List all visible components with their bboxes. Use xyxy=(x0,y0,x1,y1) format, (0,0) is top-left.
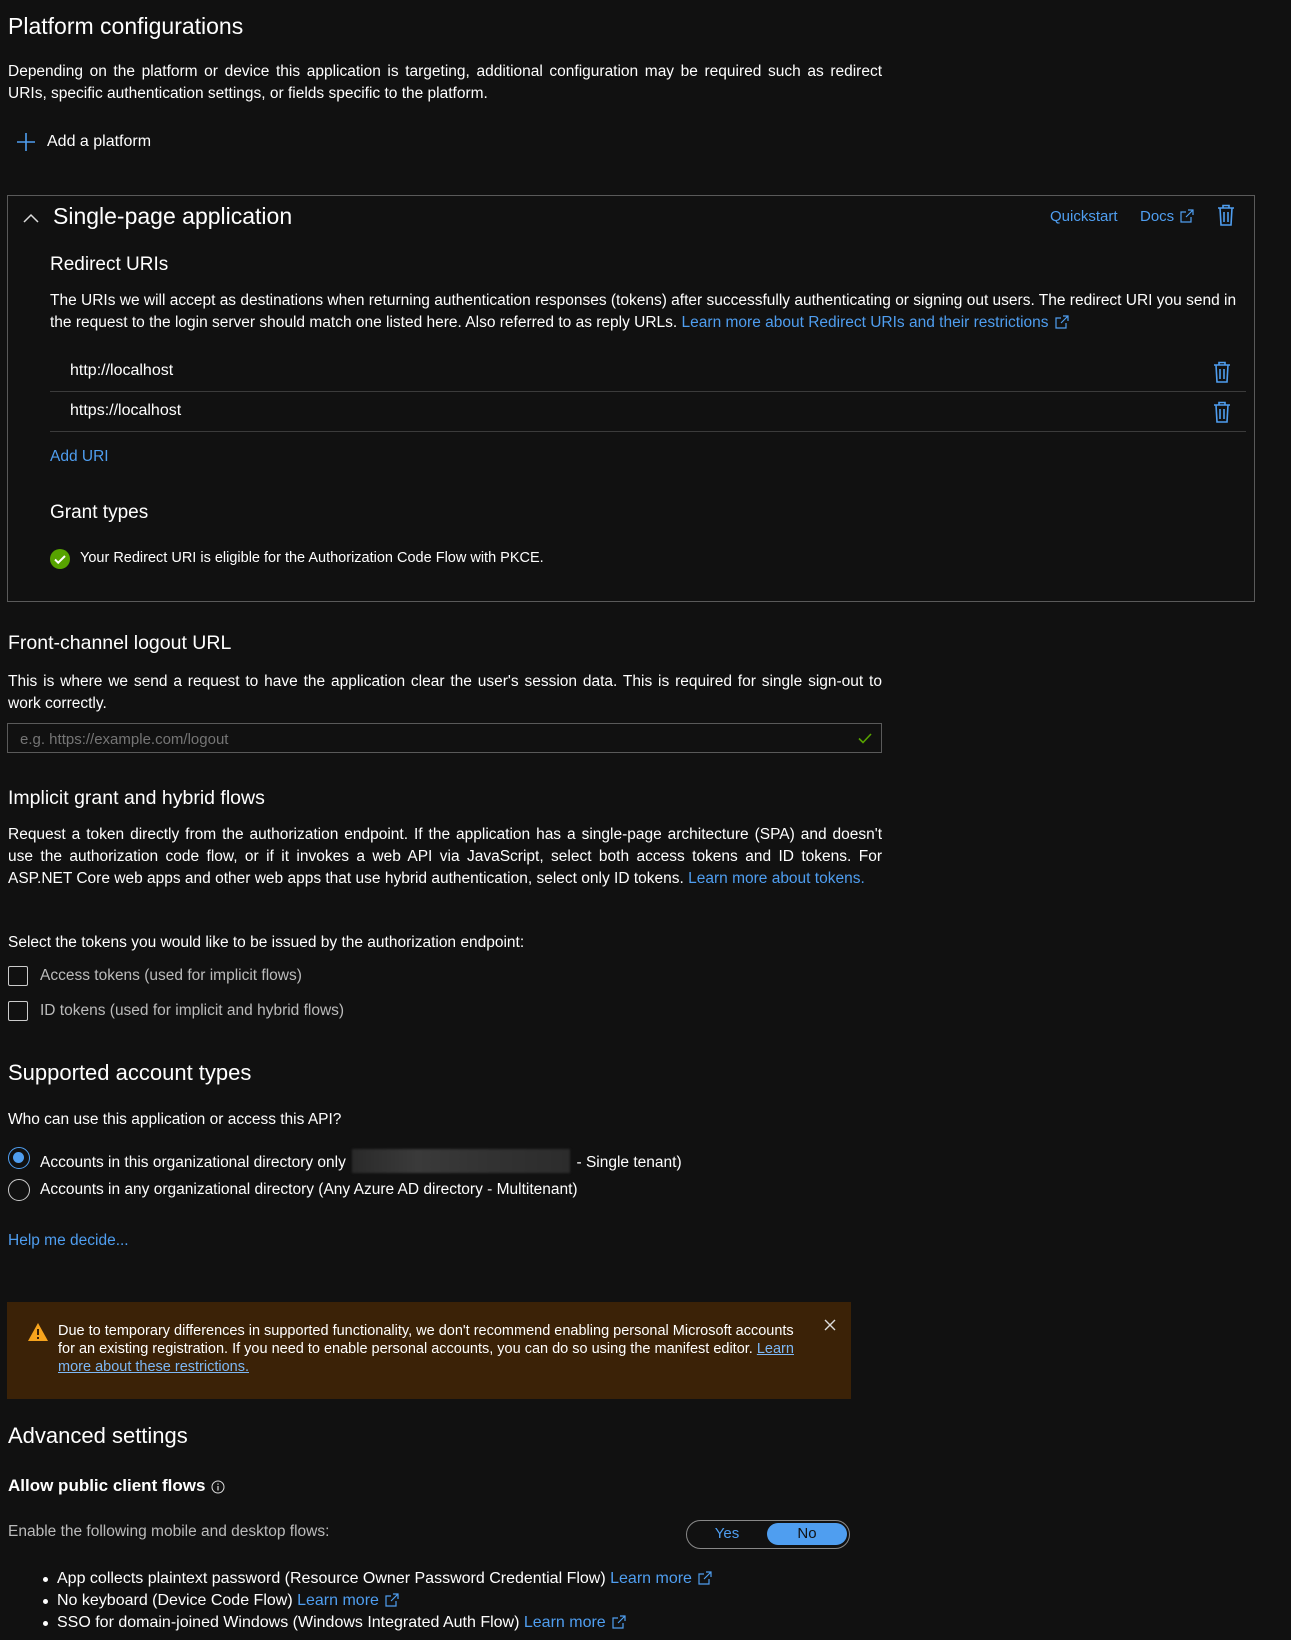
spa-title: Single-page application xyxy=(53,203,293,229)
section-title-platform: Platform configurations xyxy=(8,13,244,39)
warning-icon xyxy=(27,1322,49,1342)
redirect-uris-description: The URIs we will accept as destinations … xyxy=(50,290,1250,334)
flow-learn-more-label: Learn more xyxy=(610,1570,692,1587)
flow-item-text: SSO for domain-joined Windows (Windows I… xyxy=(57,1614,520,1631)
id-tokens-checkbox[interactable] xyxy=(8,1001,28,1021)
external-link-icon xyxy=(698,1570,713,1585)
account-types-title: Supported account types xyxy=(8,1060,252,1085)
single-tenant-label: Accounts in this organizational director… xyxy=(40,1149,682,1173)
flow-item-text: App collects plaintext password (Resourc… xyxy=(57,1570,606,1587)
platform-description: Depending on the platform or device this… xyxy=(8,63,882,102)
single-tenant-label-suffix: - Single tenant) xyxy=(576,1154,682,1171)
access-tokens-checkbox[interactable] xyxy=(8,966,28,986)
delete-uri-icon[interactable] xyxy=(1212,401,1232,428)
logout-description: This is where we send a request to have … xyxy=(8,673,882,712)
toggle-yes-option[interactable]: Yes xyxy=(687,1521,767,1547)
external-link-icon xyxy=(1055,314,1069,329)
flow-item: App collects plaintext password (Resourc… xyxy=(8,1568,908,1590)
flow-learn-more-link[interactable]: Learn more xyxy=(524,1614,626,1631)
close-icon[interactable] xyxy=(823,1318,837,1332)
account-types-question: Who can use this application or access t… xyxy=(8,1111,342,1128)
delete-uri-icon[interactable] xyxy=(1212,361,1232,388)
success-check-icon xyxy=(50,549,70,569)
id-tokens-label: ID tokens (used for implicit and hybrid … xyxy=(40,1002,345,1019)
flow-learn-more-link[interactable]: Learn more xyxy=(297,1592,399,1609)
plus-icon xyxy=(16,132,36,152)
flow-item-text: No keyboard (Device Code Flow) xyxy=(57,1592,293,1609)
warning-text: Due to temporary differences in supporte… xyxy=(58,1323,794,1357)
add-platform-label: Add a platform xyxy=(47,133,152,150)
help-me-decide-link[interactable]: Help me decide... xyxy=(8,1232,129,1250)
enable-flows-label: Enable the following mobile and desktop … xyxy=(8,1523,330,1540)
advanced-settings-title: Advanced settings xyxy=(8,1423,188,1448)
info-icon[interactable] xyxy=(211,1479,225,1494)
redirect-learn-more-label: Learn more about Redirect URIs and their… xyxy=(681,314,1049,331)
tokens-select-label: Select the tokens you would like to be i… xyxy=(8,934,525,951)
redirect-uri-value[interactable]: https://localhost xyxy=(70,402,181,420)
flow-learn-more-link[interactable]: Learn more xyxy=(610,1570,713,1587)
redirect-uris-title: Redirect URIs xyxy=(50,254,169,275)
add-platform-button[interactable]: Add a platform xyxy=(16,130,151,154)
flow-learn-more-label: Learn more xyxy=(523,1614,606,1631)
logout-url-input[interactable] xyxy=(18,727,842,751)
external-link-icon xyxy=(612,1614,626,1629)
flow-item: SSO for domain-joined Windows (Windows I… xyxy=(8,1612,908,1634)
redacted-tenant-name xyxy=(352,1149,571,1173)
public-client-flows-title: Allow public client flows xyxy=(8,1476,225,1496)
redirect-uri-row: https://localhost xyxy=(50,392,1246,432)
logout-title: Front-channel logout URL xyxy=(8,632,232,654)
docs-link[interactable]: Docs xyxy=(1140,208,1194,225)
grant-types-title: Grant types xyxy=(50,502,149,523)
single-tenant-radio[interactable] xyxy=(8,1147,30,1169)
external-link-icon xyxy=(1180,209,1194,223)
toggle-no-option[interactable]: No xyxy=(767,1523,847,1545)
warning-message: Due to temporary differences in supporte… xyxy=(58,1322,808,1376)
delete-platform-icon[interactable] xyxy=(1216,204,1236,226)
warning-banner: Due to temporary differences in supporte… xyxy=(7,1302,851,1399)
logout-url-field xyxy=(7,723,882,753)
flow-learn-more-label: Learn more xyxy=(297,1592,379,1609)
flow-item: No keyboard (Device Code Flow) Learn mor… xyxy=(8,1590,908,1612)
grant-types-status: Your Redirect URI is eligible for the Au… xyxy=(80,550,544,566)
valid-check-icon xyxy=(857,730,873,746)
public-client-flows-list: App collects plaintext password (Resourc… xyxy=(8,1568,908,1634)
multitenant-label: Accounts in any organizational directory… xyxy=(40,1181,578,1198)
tokens-learn-more-link[interactable]: Learn more about tokens. xyxy=(688,870,865,887)
add-uri-link[interactable]: Add URI xyxy=(50,448,109,466)
multitenant-radio[interactable] xyxy=(8,1179,30,1201)
implicit-description: Request a token directly from the author… xyxy=(8,824,882,890)
redirect-uri-value[interactable]: http://localhost xyxy=(70,362,173,380)
redirect-learn-more-link[interactable]: Learn more about Redirect URIs and their… xyxy=(682,314,1069,331)
external-link-icon xyxy=(385,1592,399,1607)
docs-label: Docs xyxy=(1140,208,1175,225)
access-tokens-label: Access tokens (used for implicit flows) xyxy=(40,967,302,984)
implicit-title: Implicit grant and hybrid flows xyxy=(8,787,265,809)
chevron-up-icon[interactable] xyxy=(22,210,40,228)
single-tenant-label-prefix: Accounts in this organizational director… xyxy=(40,1154,346,1171)
public-client-toggle[interactable]: Yes No xyxy=(686,1520,850,1549)
public-client-flows-label: Allow public client flows xyxy=(8,1476,206,1495)
quickstart-link[interactable]: Quickstart xyxy=(1050,208,1118,225)
redirect-uri-row: http://localhost xyxy=(50,352,1246,392)
